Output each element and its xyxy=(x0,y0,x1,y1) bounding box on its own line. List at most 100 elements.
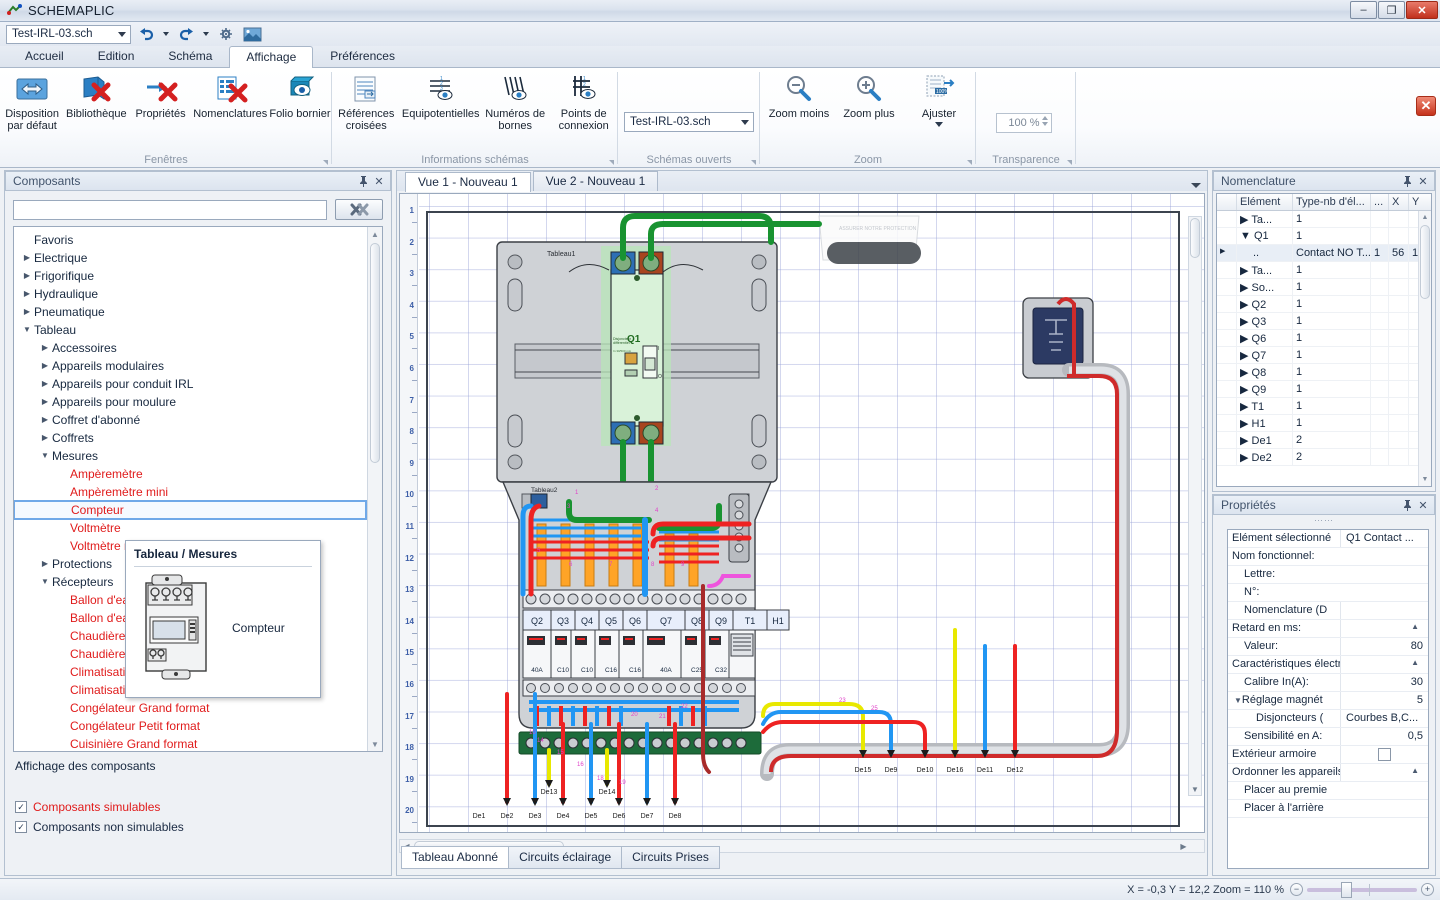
property-value[interactable]: Courbes B,C... xyxy=(1340,710,1428,727)
tab-schema[interactable]: Schéma xyxy=(151,45,229,67)
tree-expander-icon[interactable]: ▶ xyxy=(20,285,34,303)
tree-item[interactable]: ▼Mesures xyxy=(14,447,382,465)
property-row[interactable]: Caractéristiques électriques▲ xyxy=(1228,656,1428,674)
tree-expander-icon[interactable]: ▶ xyxy=(38,429,52,447)
property-row[interactable]: Valeur:80 xyxy=(1228,638,1428,656)
canvas-vertical-scrollbar[interactable]: ▼ xyxy=(1188,216,1202,796)
table-row[interactable]: ▶ De22 xyxy=(1217,449,1431,466)
row-expander[interactable] xyxy=(1217,211,1237,227)
ribbon-button-disposition-par-defaut[interactable]: Disposition par défaut xyxy=(0,72,64,132)
undo-dropdown[interactable] xyxy=(161,24,171,44)
tree-item[interactable]: Voltmètre xyxy=(14,519,382,537)
ribbon-button-ajuster[interactable]: 100% Ajuster xyxy=(904,72,974,127)
redo-dropdown[interactable] xyxy=(201,24,211,44)
property-row[interactable]: Placer au premie▲ xyxy=(1228,782,1428,800)
table-row[interactable]: ▶..Contact NO T...1561 xyxy=(1217,245,1431,262)
close-icon[interactable]: ✕ xyxy=(1415,497,1431,513)
dialog-launcher-schemas[interactable] xyxy=(751,160,756,165)
dialog-launcher-fenetres[interactable] xyxy=(323,160,328,165)
checkbox-row-non-simulables[interactable]: ✓ Composants non simulables xyxy=(5,817,391,837)
ribbon-button-bibliotheque[interactable]: Bibliothèque xyxy=(64,72,128,120)
close-button[interactable]: ✕ xyxy=(1406,1,1438,19)
row-expander[interactable] xyxy=(1217,228,1237,244)
tree-item[interactable]: ▶Appareils pour conduit IRL xyxy=(14,375,382,393)
property-value[interactable]: 80 xyxy=(1340,638,1428,655)
column-header-y[interactable]: Y xyxy=(1409,194,1427,210)
dialog-launcher-transparence[interactable] xyxy=(1067,160,1072,165)
scroll-up-icon[interactable]: ▲ xyxy=(368,227,382,241)
checkbox-row-simulables[interactable]: ✓ Composants simulables xyxy=(5,797,391,817)
property-row[interactable]: Placer à l'arrière▼ xyxy=(1228,800,1428,818)
tree-item[interactable]: Compteur xyxy=(14,501,366,519)
group-collapse-icon[interactable]: ▲ xyxy=(1411,658,1423,667)
nomenclature-grid[interactable]: Elément Type-nb d'él... ... X Y ▶ Ta...1… xyxy=(1216,193,1432,487)
tree-item[interactable]: Congélateur Petit format xyxy=(14,717,382,735)
row-expander[interactable] xyxy=(1217,262,1237,278)
group-collapse-icon[interactable]: ▲ xyxy=(1411,622,1423,631)
search-input[interactable] xyxy=(13,200,327,220)
zoom-slider-thumb[interactable] xyxy=(1341,882,1352,898)
tree-item[interactable]: ▶Frigorifique xyxy=(14,267,382,285)
table-row[interactable]: ▶ Ta...1 xyxy=(1217,211,1431,228)
tab-affichage[interactable]: Affichage xyxy=(229,46,313,68)
document-close-button[interactable]: ✕ xyxy=(1416,96,1436,116)
table-row[interactable]: ▶ Q21 xyxy=(1217,296,1431,313)
ribbon-button-points-de-connexion[interactable]: 12 Points de connexion xyxy=(549,72,618,132)
property-row[interactable]: Calibre In(A):30 xyxy=(1228,674,1428,692)
properties-grid[interactable]: Elément sélectionnéQ1 Contact ...Nom fon… xyxy=(1227,529,1429,869)
property-value[interactable] xyxy=(1340,602,1428,619)
close-icon[interactable]: ✕ xyxy=(1415,173,1431,189)
row-expander[interactable] xyxy=(1217,313,1237,329)
column-header-count[interactable]: ... xyxy=(1371,194,1389,210)
ribbon-button-proprietes[interactable]: Propriétés xyxy=(128,72,192,120)
tree-item[interactable]: Congélateur Grand format xyxy=(14,699,382,717)
tree-expander-icon[interactable]: ▶ xyxy=(20,267,34,285)
ribbon-button-nomenclatures[interactable]: Nomenclatures xyxy=(193,72,268,120)
property-row[interactable]: ▼Réglage magnét5 xyxy=(1228,692,1428,710)
row-expander[interactable]: ▶ xyxy=(1217,245,1237,261)
property-value[interactable]: 30 xyxy=(1340,674,1428,691)
ribbon-button-zoom-plus[interactable]: Zoom plus xyxy=(834,72,904,120)
clear-search-button[interactable] xyxy=(335,199,383,220)
tab-accueil[interactable]: Accueil xyxy=(8,45,81,67)
tree-expander-icon[interactable]: ▶ xyxy=(38,555,52,573)
undo-button[interactable] xyxy=(135,24,157,44)
tree-item[interactable]: ▶Appareils modulaires xyxy=(14,357,382,375)
dialog-launcher-informations[interactable] xyxy=(609,160,614,165)
ribbon-button-equipotentielles[interactable]: 123 Equipotentielles xyxy=(401,72,481,120)
scrollbar-thumb[interactable] xyxy=(1420,225,1430,299)
components-tree-scrollbar[interactable]: ▲ ▼ xyxy=(367,227,382,751)
table-row[interactable]: ▶ H11 xyxy=(1217,415,1431,432)
row-expander[interactable] xyxy=(1217,364,1237,380)
tree-item[interactable]: ▶Pneumatique xyxy=(14,303,382,321)
property-row[interactable]: Nomenclature (D xyxy=(1228,602,1428,620)
tree-expander-icon[interactable]: ▶ xyxy=(38,393,52,411)
tree-expander-icon[interactable]: ▶ xyxy=(38,339,52,357)
zoom-out-button[interactable]: − xyxy=(1290,883,1303,896)
ajuster-dropdown-arrow-icon[interactable] xyxy=(935,122,943,127)
ribbon-button-folio-bornier[interactable]: Folio bornier xyxy=(268,72,332,120)
property-row[interactable]: Nom fonctionnel:Q1▲ xyxy=(1228,548,1428,566)
spinner-arrows-icon[interactable] xyxy=(1042,116,1048,126)
tree-item[interactable]: ▶Electrique xyxy=(14,249,382,267)
table-row[interactable]: ▶ T11 xyxy=(1217,398,1431,415)
view-tab-1[interactable]: Vue 1 - Nouveau 1 xyxy=(405,172,531,192)
redo-button[interactable] xyxy=(175,24,197,44)
tree-expander-icon[interactable]: ▼ xyxy=(38,573,52,591)
pin-icon[interactable] xyxy=(355,173,371,189)
tree-expander-icon[interactable]: ▶ xyxy=(38,375,52,393)
table-row[interactable]: ▶ De12 xyxy=(1217,432,1431,449)
column-header-element[interactable]: Elément xyxy=(1237,194,1293,210)
maximize-button[interactable]: ❐ xyxy=(1378,1,1405,19)
tree-item[interactable]: Cuisinière Grand format xyxy=(14,735,382,752)
property-value[interactable]: ▲ xyxy=(1340,764,1428,781)
tree-item[interactable]: ▶Accessoires xyxy=(14,339,382,357)
property-checkbox[interactable] xyxy=(1378,748,1391,761)
sheet-tab-circuits-prises[interactable]: Circuits Prises xyxy=(621,846,720,869)
row-expander[interactable] xyxy=(1217,347,1237,363)
view-tabs-overflow-icon[interactable] xyxy=(1191,183,1201,188)
property-value[interactable]: 5 xyxy=(1340,692,1428,709)
tree-item[interactable]: ▶Coffrets xyxy=(14,429,382,447)
group-collapse-icon[interactable]: ▲ xyxy=(1411,766,1423,775)
table-row[interactable]: ▼ Q11 xyxy=(1217,228,1431,245)
